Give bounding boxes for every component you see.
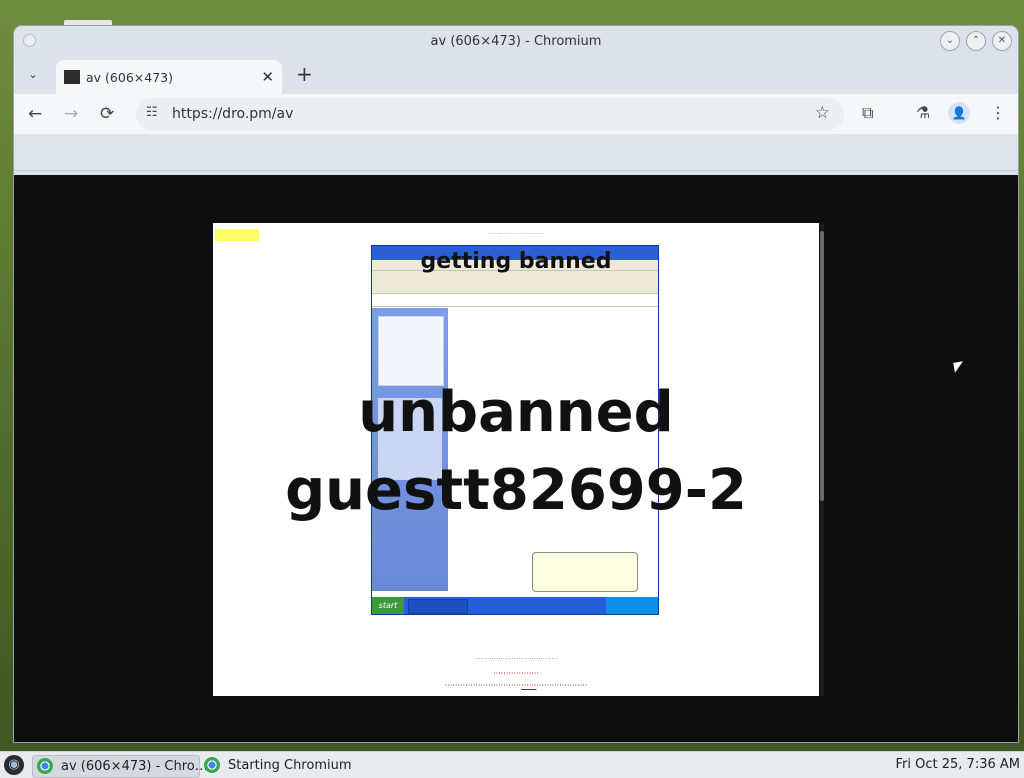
taskbar-item-label: Starting Chromium <box>228 758 352 773</box>
title-bar: av (606×473) - Chromium ⌄ ⌃ ✕ <box>14 26 1018 56</box>
taskbar-item-label: av (606×473) - Chro… <box>61 759 208 774</box>
xp-start-button: start <box>372 597 404 614</box>
chromium-icon <box>37 758 53 774</box>
labs-flask-icon[interactable]: ⚗ <box>916 103 930 122</box>
extensions-icon[interactable]: ⧉ <box>862 103 873 123</box>
overlay-username: guestt82699-2 <box>285 458 747 523</box>
browser-window: av (606×473) - Chromium ⌄ ⌃ ✕ ⌄ av (606×… <box>14 26 1018 742</box>
xp-file-folder-tasks <box>378 316 444 386</box>
tab-av[interactable]: av (606×473) ✕ <box>56 60 282 94</box>
taskbar-item-chromium-window[interactable]: av (606×473) - Chro… <box>32 755 208 778</box>
tab-label: av (606×473) <box>86 70 173 85</box>
page-scrollbar[interactable] <box>820 223 824 696</box>
overlay-getting-banned: getting banned <box>420 249 612 274</box>
site-info-icon[interactable]: ☷ <box>146 105 158 120</box>
kebab-menu-icon[interactable]: ⋮ <box>990 103 1006 122</box>
window-title: av (606×473) - Chromium <box>430 34 602 49</box>
address-bar[interactable]: ☷ https://dro.pm/av ☆ <box>136 98 844 130</box>
maximize-button[interactable]: ⌃ <box>966 31 986 51</box>
top-caption-blurred: ····························· <box>488 231 544 238</box>
back-button[interactable]: ← <box>28 104 42 124</box>
bookmarks-strip <box>14 134 1018 171</box>
chromium-icon <box>204 757 220 773</box>
xp-system-tray <box>606 597 658 614</box>
xp-task-pane <box>372 308 448 591</box>
xp-notification-balloon <box>532 552 638 592</box>
xp-toolbar <box>372 271 658 294</box>
new-tab-button[interactable]: + <box>296 62 313 86</box>
mouse-cursor-icon <box>953 361 965 373</box>
tab-close-icon[interactable]: ✕ <box>261 68 274 86</box>
page-viewport: ····························· start gett… <box>14 175 1018 742</box>
footer-ban-line-blurred: ········································… <box>444 681 588 690</box>
desktop-taskbar: ◉ av (606×473) - Chro… Starting Chromium… <box>0 751 1024 778</box>
tab-strip: ⌄ av (606×473) ✕ + <box>14 56 1018 94</box>
tab-favicon-icon <box>64 70 80 84</box>
scrollbar-thumb[interactable] <box>820 231 824 501</box>
footer-red-line-blurred: ·················· <box>493 669 539 678</box>
forward-button[interactable]: → <box>64 104 78 124</box>
tab-search-button[interactable]: ⌄ <box>24 66 42 84</box>
bookmark-star-icon[interactable]: ☆ <box>815 103 830 123</box>
footer-caption-blurred: ······································ <box>473 655 559 663</box>
xp-taskbar: start <box>372 597 658 614</box>
browser-toolbar: ← → ⟳ ☷ https://dro.pm/av ☆ ⧉ ⚗ 👤 ⋮ <box>14 94 1018 134</box>
xp-address-bar <box>372 294 658 307</box>
start-menu-icon[interactable]: ◉ <box>4 755 24 775</box>
overlay-unbanned: unbanned <box>358 380 674 445</box>
clock[interactable]: Fri Oct 25, 7:36 AM <box>896 757 1020 772</box>
embedded-image-page: ····························· start gett… <box>213 223 819 696</box>
minimize-button[interactable]: ⌄ <box>940 31 960 51</box>
footer-link-blurred[interactable]: ······ <box>521 681 536 690</box>
reload-button[interactable]: ⟳ <box>100 104 114 124</box>
close-window-button[interactable]: ✕ <box>992 31 1012 51</box>
xp-task-item <box>408 599 468 614</box>
profile-avatar-icon[interactable]: 👤 <box>948 102 970 124</box>
url-text[interactable]: https://dro.pm/av <box>172 106 293 122</box>
taskbar-item-starting-chromium[interactable]: Starting Chromium <box>200 755 360 776</box>
